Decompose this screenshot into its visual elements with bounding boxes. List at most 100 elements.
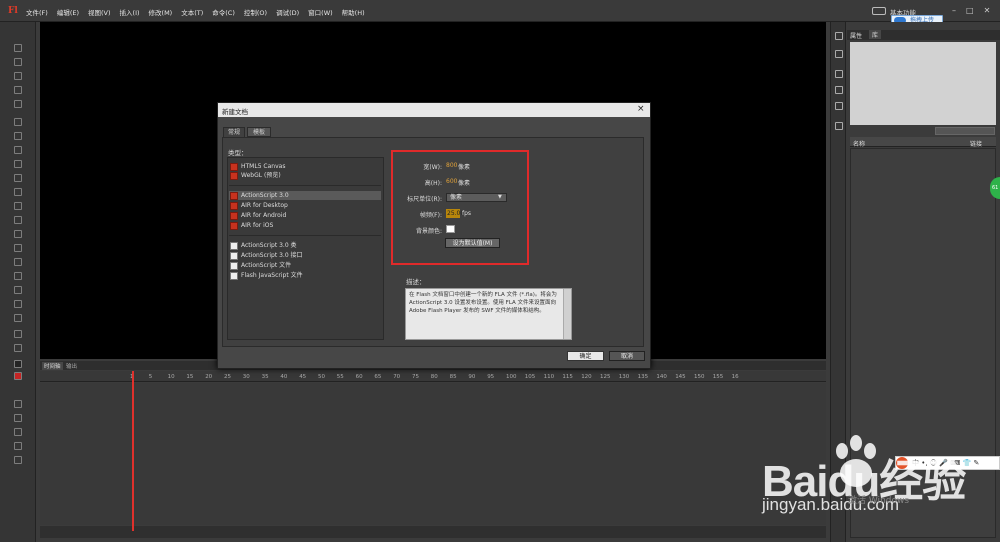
window-controls: – □ ✕ (952, 6, 990, 15)
type-item-air-android[interactable]: AIR for Android (229, 211, 381, 220)
tab-library[interactable]: 库 (869, 30, 881, 39)
menu-control[interactable]: 控制(O) (244, 7, 267, 17)
library-search-input[interactable] (935, 127, 995, 135)
pencil-tool-icon[interactable] (14, 202, 22, 210)
type-item-label: AIR for Android (241, 212, 287, 219)
pen-tool-icon[interactable] (14, 118, 22, 126)
menu-debug[interactable]: 调试(D) (276, 7, 299, 17)
rectangle-tool-icon[interactable] (14, 160, 22, 168)
tab-timeline[interactable]: 时间轴 (42, 362, 63, 370)
type-item-webgl[interactable]: WebGL (预览) (229, 171, 381, 180)
type-item-jsfl[interactable]: Flash JavaScript 文件 (229, 271, 381, 280)
menu-modify[interactable]: 修改(M) (149, 7, 173, 17)
menu-window[interactable]: 窗口(W) (308, 7, 333, 17)
menu-text[interactable]: 文本(T) (181, 7, 203, 17)
timeline-footer (40, 526, 826, 538)
selection-tool-icon[interactable] (14, 44, 22, 52)
eraser-tool-icon[interactable] (14, 300, 22, 308)
type-item-as3[interactable]: ActionScript 3.0 (229, 191, 381, 200)
color-panel-icon[interactable] (835, 32, 843, 40)
library-col-linkage[interactable]: 链接 (970, 139, 982, 148)
minimize-icon[interactable]: – (952, 6, 956, 15)
stroke-color-icon[interactable] (14, 360, 22, 368)
eyedropper-tool-icon[interactable] (14, 286, 22, 294)
close-icon[interactable]: ✕ (984, 6, 991, 15)
close-icon[interactable]: × (637, 104, 645, 114)
menu-edit[interactable]: 编辑(E) (57, 7, 79, 17)
timeline-layers[interactable] (40, 383, 826, 525)
type-item-as3-interface[interactable]: ActionScript 3.0 接口 (229, 251, 381, 260)
transform-tool-icon[interactable] (14, 72, 22, 80)
timeline-tick-label: 5 (148, 374, 153, 380)
timeline-tick-label: 40 (280, 374, 288, 380)
info-icon[interactable] (835, 86, 843, 94)
tab-output[interactable]: 输出 (66, 362, 77, 370)
playhead[interactable] (132, 371, 134, 531)
brush-tool-icon[interactable] (14, 216, 22, 224)
components-icon[interactable] (835, 122, 843, 130)
width-tool-icon[interactable] (14, 314, 22, 322)
type-item-label: ActionScript 3.0 类 (241, 242, 297, 249)
make-default-button[interactable]: 设为默认值(M) (445, 238, 500, 248)
hand-tool-icon[interactable] (14, 330, 22, 338)
timeline-tick-label: 115 (562, 374, 573, 380)
polystar-tool-icon[interactable] (14, 188, 22, 196)
align-icon[interactable] (835, 70, 843, 78)
description-scrollbar[interactable] (563, 289, 571, 339)
lasso-tool-icon[interactable] (14, 100, 22, 108)
oval-tool-icon[interactable] (14, 174, 22, 182)
menu-list: 文件(F) 编辑(E) 视图(V) 插入(I) 修改(M) 文本(T) 命令(C… (26, 7, 374, 17)
type-item-html5-canvas[interactable]: HTML5 Canvas (229, 162, 381, 171)
type-item-as-file[interactable]: ActionScript 文件 (229, 261, 381, 270)
option-b-icon[interactable] (14, 456, 22, 464)
library-col-name[interactable]: 名称 (853, 139, 865, 148)
document-icon (230, 272, 238, 280)
tab-properties[interactable]: 属性 (850, 31, 862, 40)
bone-tool-icon[interactable] (14, 244, 22, 252)
fill-color-icon[interactable] (14, 372, 22, 380)
chevron-down-icon[interactable]: ▼ (498, 194, 502, 200)
swatches-icon[interactable] (835, 50, 843, 58)
type-item-label: ActionScript 3.0 接口 (241, 252, 303, 259)
width-input[interactable]: 800 (446, 162, 457, 169)
timeline-tick-label: 120 (581, 374, 592, 380)
type-item-label: Flash JavaScript 文件 (241, 272, 303, 279)
straighten-icon[interactable] (14, 428, 22, 436)
snap-icon[interactable] (14, 400, 22, 408)
height-input[interactable]: 600 (446, 178, 457, 185)
zoom-tool-icon[interactable] (14, 344, 22, 352)
document-icon (230, 262, 238, 270)
type-item-air-desktop[interactable]: AIR for Desktop (229, 201, 381, 210)
tab-templates[interactable]: 模板 (247, 127, 271, 137)
fps-input[interactable]: 25.00 (446, 209, 464, 218)
smooth-icon[interactable] (14, 414, 22, 422)
maximize-icon[interactable]: □ (966, 6, 974, 15)
cancel-button[interactable]: 取消 (609, 351, 645, 361)
menu-insert[interactable]: 插入(I) (120, 7, 140, 17)
menu-commands[interactable]: 命令(C) (212, 7, 235, 17)
paint-bucket-tool-icon[interactable] (14, 258, 22, 266)
text-tool-icon[interactable] (14, 132, 22, 140)
subselect-tool-icon[interactable] (14, 58, 22, 66)
workspace-icon[interactable] (872, 7, 886, 15)
timeline-tick-label: 16 (731, 374, 739, 380)
type-item-air-ios[interactable]: AIR for iOS (229, 221, 381, 230)
timeline-tick-label: 30 (242, 374, 250, 380)
ink-bottle-tool-icon[interactable] (14, 272, 22, 280)
bg-color-swatch[interactable] (446, 225, 455, 233)
timeline-tick-label: 130 (618, 374, 630, 380)
3d-rotate-tool-icon[interactable] (14, 86, 22, 94)
tab-general[interactable]: 常规 (223, 127, 245, 137)
timeline-tick-label: 75 (412, 374, 419, 380)
ok-button[interactable]: 确定 (567, 351, 604, 361)
paint-brush-tool-icon[interactable] (14, 230, 22, 238)
type-item-as3-class[interactable]: ActionScript 3.0 类 (229, 241, 381, 250)
menu-view[interactable]: 视图(V) (88, 7, 111, 17)
menu-file[interactable]: 文件(F) (26, 7, 48, 17)
option-a-icon[interactable] (14, 442, 22, 450)
fla-file-icon (230, 192, 238, 200)
menu-help[interactable]: 帮助(H) (342, 7, 365, 17)
transform-icon[interactable] (835, 102, 843, 110)
line-tool-icon[interactable] (14, 146, 22, 154)
divider (229, 235, 381, 236)
